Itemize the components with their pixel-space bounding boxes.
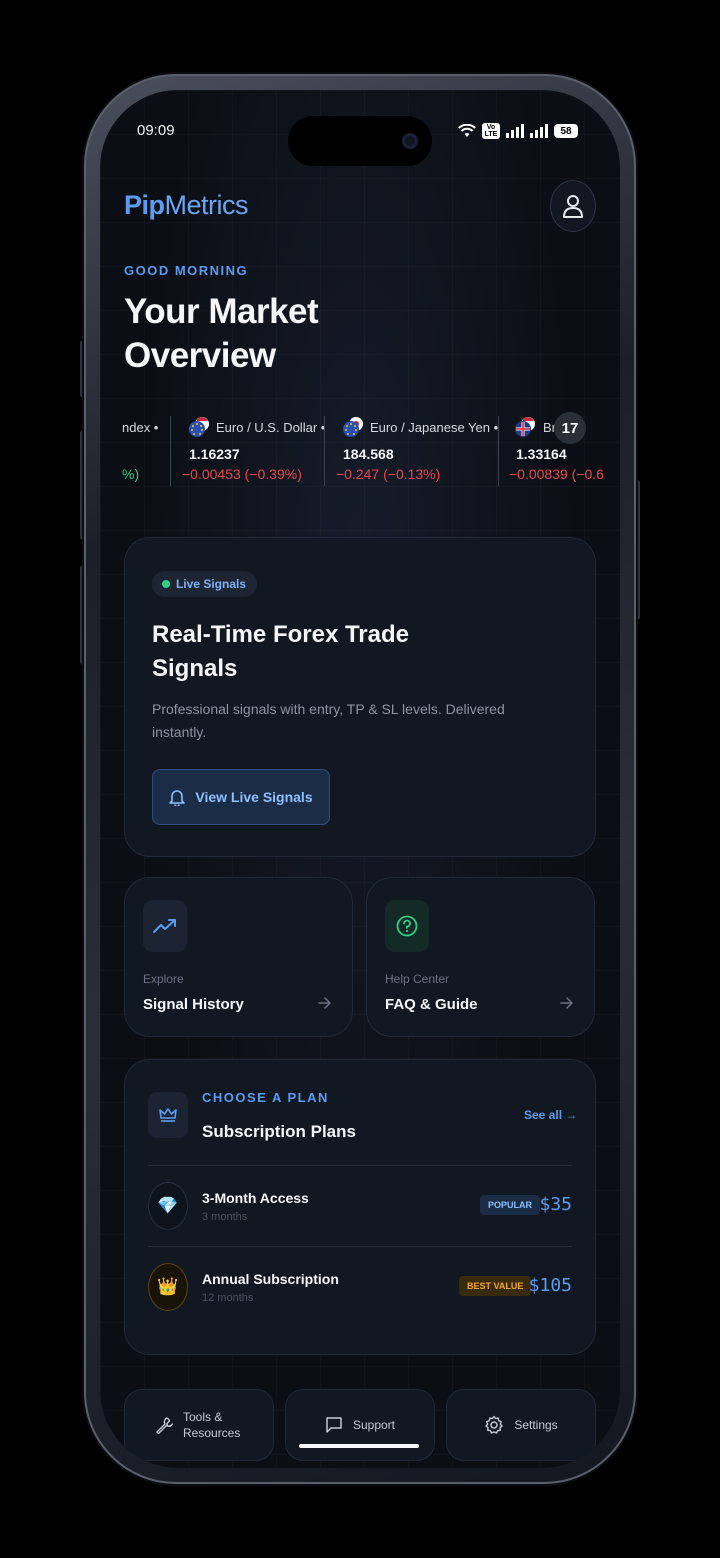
live-signals-pill: Live Signals [152,571,258,597]
battery-icon: 58 [554,124,578,138]
plan-name: 3-Month Access [202,1190,309,1206]
wrench-icon [156,1417,173,1434]
logo-metrics: Metrics [164,190,249,220]
see-all-link[interactable]: See all → [524,1108,577,1122]
plan-duration: 12 months [202,1292,254,1304]
wifi-icon [458,124,476,137]
plan-price: $35 [539,1194,572,1215]
message-square-icon [326,1417,342,1433]
signal-history-card[interactable]: Explore Signal History [124,877,353,1037]
ticker-change: %) [122,466,140,482]
bell-icon [169,790,186,806]
nav-label: Tools & Resources [183,1410,241,1440]
live-dot-icon [162,580,170,588]
nav-tools-resources[interactable]: Tools & Resources [124,1389,274,1461]
ticker-name: Euro / U.S. Dollar • [216,420,326,435]
profile-button[interactable] [550,180,596,232]
plan-duration: 3 months [202,1211,248,1223]
nav-label: Settings [514,1418,558,1432]
ticker-price: 1.16237 [189,446,240,462]
plan-price: $105 [528,1275,572,1296]
page-title: Your Market Overview [124,292,319,375]
tradingview-badge[interactable]: 17 [554,412,586,444]
signal-icon-sim1 [506,124,524,138]
help-circle-icon [385,900,429,952]
ticker-change: −0.247 (−0.13%) [336,466,441,482]
eur-jpy-flag-icon [343,417,363,437]
plan-row-annual[interactable]: 👑 Annual Subscription 12 months BEST VAL… [125,1247,595,1327]
diamond-icon: 💎 [148,1182,188,1230]
live-pill-label: Live Signals [176,577,247,591]
plan-row-3-month[interactable]: 💎 3-Month Access 3 months POPULAR $35 [125,1166,595,1246]
home-indicator[interactable] [299,1444,419,1448]
ticker-divider [170,416,171,486]
arrow-right-icon [318,997,331,1009]
best-value-badge: BEST VALUE [459,1276,532,1296]
view-live-signals-button[interactable]: View Live Signals [152,769,330,825]
phone-screen: 09:09 Vo LTE 58 PipMetrics GOOD MORNING … [100,90,620,1468]
nav-label: Support [352,1418,396,1432]
plans-title: Subscription Plans [202,1122,356,1141]
plan-name: Annual Subscription [202,1271,339,1287]
gear-icon [485,1415,504,1434]
front-camera [402,133,418,149]
card-title: FAQ & Guide [385,996,478,1013]
status-icons: Vo LTE 58 [458,121,578,141]
greeting-label: GOOD MORNING [124,263,249,278]
ticker-divider [324,416,325,486]
volte-icon: Vo LTE [482,123,500,139]
nav-settings[interactable]: Settings [446,1389,596,1461]
faq-guide-card[interactable]: Help Center FAQ & Guide [366,877,595,1037]
trending-up-icon [143,900,187,952]
subscription-plans-card: CHOOSE A PLAN Subscription Plans See all… [124,1059,596,1355]
arrow-right-icon [560,997,573,1009]
card-title: Signal History [143,996,244,1013]
signals-title: Real-Time Forex Trade Signals [152,621,409,682]
live-signals-card: Live Signals Real-Time Forex Trade Signa… [124,537,596,857]
view-live-signals-label: View Live Signals [195,789,313,805]
signal-icon-sim2 [530,124,548,138]
ticker-price: 184.568 [343,446,394,462]
signals-description: Professional signals with entry, TP & SL… [152,701,505,740]
crown-emoji-icon: 👑 [148,1263,188,1311]
eur-usd-flag-icon [189,417,209,437]
card-eyebrow: Explore [143,972,184,986]
ticker-change: −0.00839 (−0.6 [509,466,604,482]
logo-pip: Pip [124,190,165,220]
crown-icon [148,1092,188,1138]
ticker-name: ndex • [122,420,159,435]
market-ticker[interactable]: ndex • %) Euro / U.S. Dollar • 1.16237 −… [100,414,620,486]
app-logo[interactable]: PipMetrics [124,190,249,221]
plans-eyebrow: CHOOSE A PLAN [202,1090,329,1105]
nav-support[interactable]: Support [285,1389,435,1461]
ticker-divider [498,416,499,486]
popular-badge: POPULAR [480,1195,541,1215]
ticker-change: −0.00453 (−0.39%) [182,466,302,482]
gbp-usd-flag-icon [515,417,535,437]
user-icon [563,195,583,218]
card-eyebrow: Help Center [385,972,450,986]
ticker-price: 1.33164 [516,446,567,462]
status-time: 09:09 [137,122,175,139]
ticker-name: Euro / Japanese Yen • [370,420,499,435]
